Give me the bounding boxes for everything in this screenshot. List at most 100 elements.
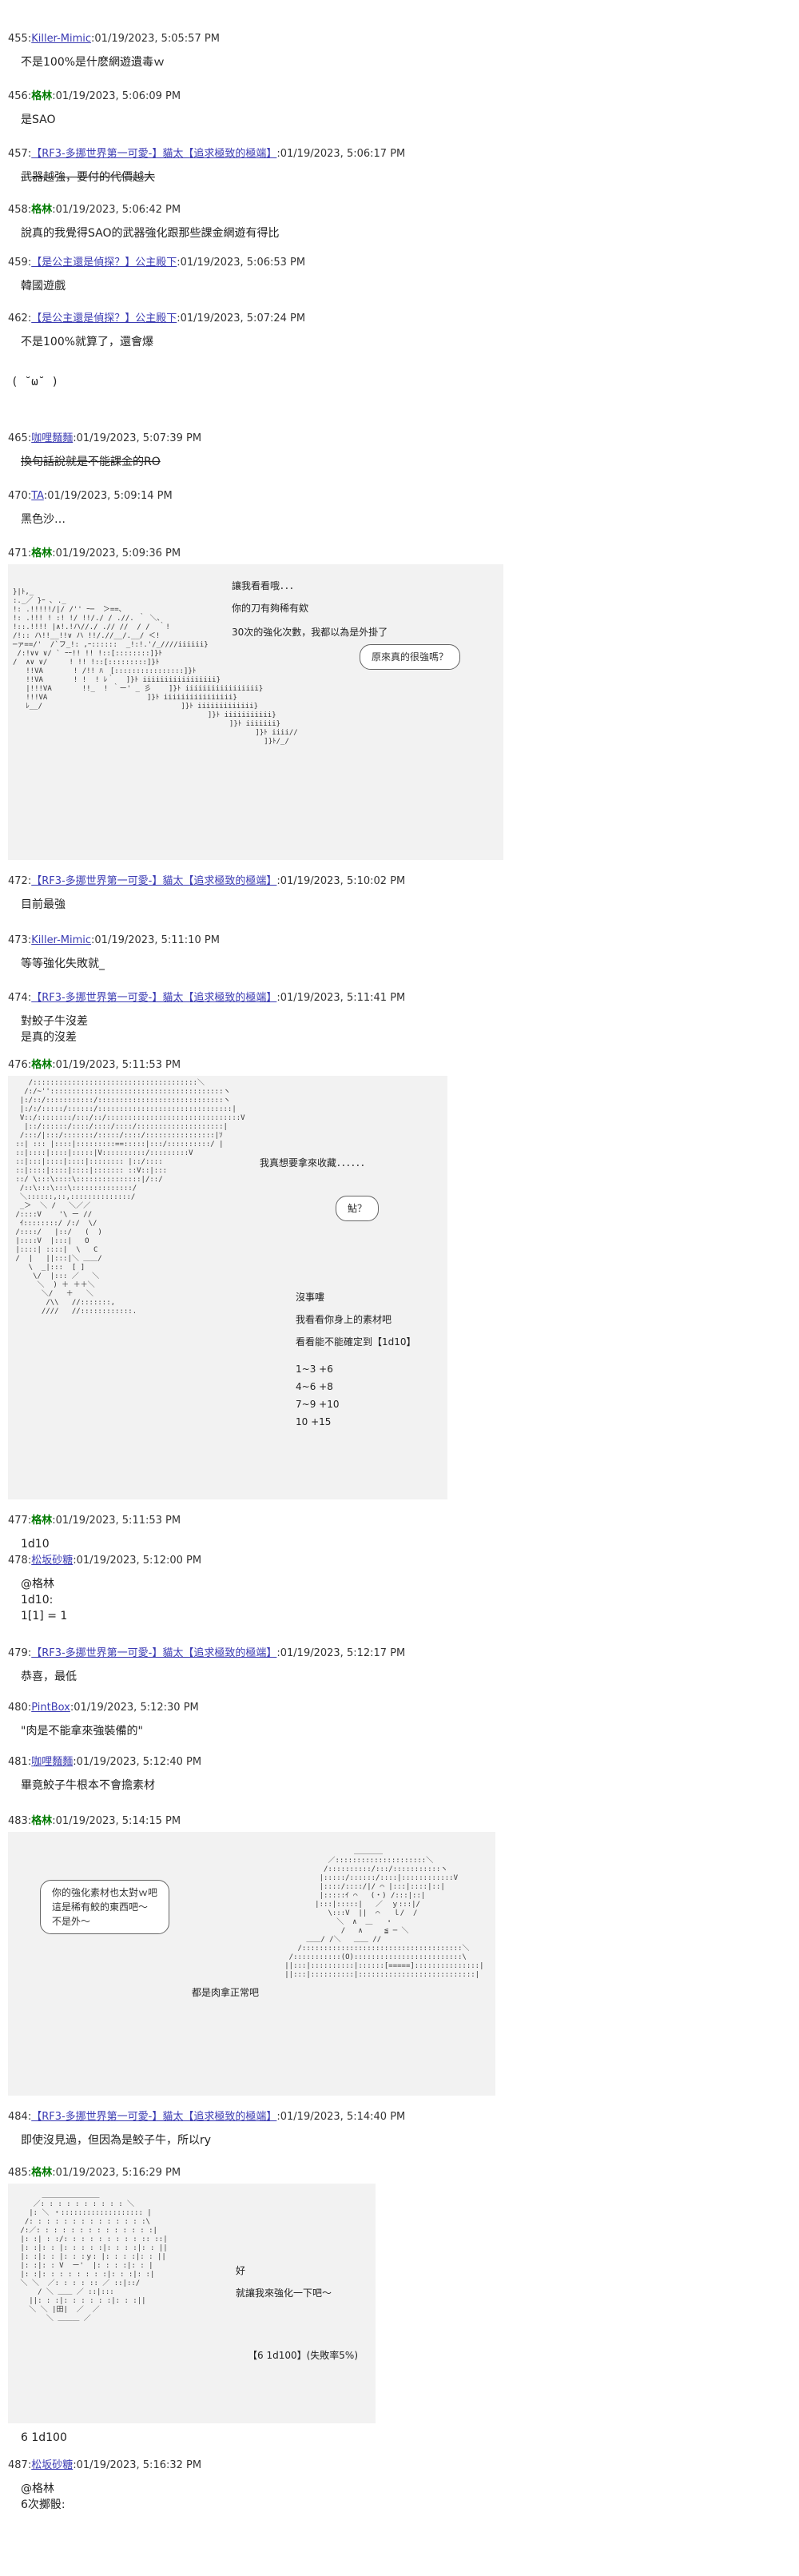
post-header: 483:格林:01/19/2023, 5:14:15 PM	[8, 1814, 791, 1829]
post-header: 477:格林:01/19/2023, 5:11:53 PM	[8, 1514, 791, 1528]
post-number: 478:	[8, 1555, 32, 1567]
aa-line-1: 我真想要拿來收藏．．．．．．	[260, 1157, 371, 1169]
roll-table-row: 4~6 +8	[296, 1381, 333, 1392]
poster-name-link[interactable]: 【是公主還是偵探？】公主殿下	[31, 313, 177, 324]
post-line: 黑色沙…	[21, 513, 66, 526]
post-line: 是SAO	[21, 113, 56, 126]
post-body: 對鮫子牛沒差 是真的沒差	[21, 1013, 791, 1045]
post-body: 韓國遊戲	[21, 278, 791, 294]
post-header: 462:【是公主還是偵探？】公主殿下:01/19/2023, 5:07:24 P…	[8, 312, 791, 326]
ascii-art-476: /::::::::::::::::::::::::::::::::::::::＼…	[8, 1076, 447, 1499]
poster-name-link[interactable]: 【RF3-多挪世界第一可愛-】貓太【追求極致的極端】	[31, 1647, 276, 1659]
post-484: 484:【RF3-多挪世界第一可愛-】貓太【追求極致的極端】:01/19/202…	[8, 2110, 791, 2148]
post-number: 474:	[8, 992, 32, 1004]
poster-name-link[interactable]: 格林	[31, 90, 52, 102]
ascii-art-471: }|ﾄ,_ :._／ }ｰ ､ ._ !: .!!!!!/|/ /'' ｰ─ ＞…	[8, 564, 503, 860]
post-line: 武器越強，要付的代價越大	[21, 171, 155, 184]
poster-name-link[interactable]: 格林	[31, 1059, 52, 1071]
post-457: 457:【RF3-多挪世界第一可愛-】貓太【追求極致的極端】:01/19/202…	[8, 147, 791, 185]
post-date: :01/19/2023, 5:09:14 PM	[43, 490, 173, 502]
post-date: :01/19/2023, 5:12:00 PM	[73, 1555, 202, 1567]
post-body: 是SAO	[21, 112, 791, 128]
aa-line-2: 沒事嘍	[296, 1292, 325, 1303]
poster-name-link[interactable]: 格林	[31, 1515, 52, 1527]
post-number: 477:	[8, 1515, 32, 1527]
post-date: :01/19/2023, 5:06:53 PM	[177, 257, 306, 269]
poster-name-link[interactable]: 格林	[31, 2167, 52, 2179]
post-number: 456:	[8, 90, 32, 102]
post-number: 472:	[8, 875, 32, 887]
aa-line-4: 看看能不能確定到【1d10】	[296, 1336, 416, 1348]
post-header: 479:【RF3-多挪世界第一可愛-】貓太【追求極致的極端】:01/19/202…	[8, 1646, 791, 1661]
roll-table-row: 7~9 +10	[296, 1399, 340, 1410]
post-476: 476:格林:01/19/2023, 5:11:53 PM	[8, 1058, 791, 1073]
post-number: 487:	[8, 2459, 32, 2471]
ascii-figure: ＿＿＿＿ ／:::::::::::::::::::::＼ /::::::::::…	[284, 1848, 484, 1979]
post-date: :01/19/2023, 5:10:02 PM	[276, 875, 406, 887]
poster-name-link[interactable]: 松坂砂糖	[31, 1555, 73, 1567]
post-line: 是真的沒差	[21, 1031, 77, 1044]
post-header: 484:【RF3-多挪世界第一可愛-】貓太【追求極致的極端】:01/19/202…	[8, 2110, 791, 2124]
post-458: 458:格林:01/19/2023, 5:06:42 PM 說真的我覺得SAO的武…	[8, 203, 791, 241]
poster-name-link[interactable]: 【RF3-多挪世界第一可愛-】貓太【追求極致的極端】	[31, 2111, 276, 2123]
poster-name-link[interactable]: 格林	[31, 547, 52, 559]
post-date: :01/19/2023, 5:12:40 PM	[73, 1756, 202, 1768]
post-body: @格林 6次擲骰:	[21, 2481, 791, 2513]
post-body: 畢竟鮫子牛根本不會擔素材	[21, 1778, 791, 1794]
post-456: 456:格林:01/19/2023, 5:06:09 PM 是SAO	[8, 90, 791, 128]
poster-name-link[interactable]: Killer-Mimic	[31, 33, 91, 45]
post-number: 473:	[8, 934, 32, 946]
post-date: :01/19/2023, 5:11:10 PM	[91, 934, 220, 946]
post-number: 465:	[8, 432, 32, 444]
post-478: 478:松坂砂糖:01/19/2023, 5:12:00 PM @格林 1d10: 1…	[8, 1554, 791, 1624]
post-header: 485:格林:01/19/2023, 5:16:29 PM	[8, 2166, 791, 2180]
post-line: 1d10:	[21, 1594, 54, 1607]
post-474: 474:【RF3-多挪世界第一可愛-】貓太【追求極致的極端】:01/19/202…	[8, 991, 791, 1045]
post-line: 不是100%是什麽網遊遺毒ｗ	[21, 56, 165, 69]
speech-bubble: 原來真的很強嗎？	[360, 644, 461, 670]
post-number: 459:	[8, 257, 32, 269]
post-465: 465:咖哩麵麵:01/19/2023, 5:07:39 PM 換句話說就是不能課…	[8, 432, 791, 470]
post-date: :01/19/2023, 5:11:53 PM	[52, 1515, 181, 1527]
ascii-art-485: ＿＿＿＿＿＿＿＿ ／: : : : : : : : : : ＼ |: ＼ ・::…	[8, 2184, 376, 2423]
aa-roll: 【6 1d100】(失敗率5%)	[248, 2350, 359, 2361]
poster-name-link[interactable]: 咖哩麵麵	[31, 432, 73, 444]
poster-name-link[interactable]: 【RF3-多挪世界第一可愛-】貓太【追求極致的極端】	[31, 148, 276, 160]
post-body: 說真的我覺得SAO的武器強化跟那些課金網遊有得比	[21, 225, 791, 241]
post-body: 武器越強，要付的代價越大	[21, 169, 791, 185]
aa-line-1: 好	[236, 2265, 246, 2276]
post-body: 恭喜，最低	[21, 1669, 791, 1685]
ascii-figure: /::::::::::::::::::::::::::::::::::::::＼…	[15, 1079, 245, 1316]
post-body: 1d10	[21, 1536, 791, 1552]
post-number: 457:	[8, 148, 32, 160]
post-header: 480:PintBox:01/19/2023, 5:12:30 PM	[8, 1701, 791, 1715]
post-date: :01/19/2023, 5:11:53 PM	[52, 1059, 181, 1071]
poster-name-link[interactable]: 【RF3-多挪世界第一可愛-】貓太【追求極致的極端】	[31, 875, 276, 887]
post-477: 477:格林:01/19/2023, 5:11:53 PM 1d10	[8, 1514, 791, 1552]
post-line: 等等強化失敗就_	[21, 958, 105, 970]
post-header: 465:咖哩麵麵:01/19/2023, 5:07:39 PM	[8, 432, 791, 446]
poster-name-link[interactable]: 格林	[31, 204, 52, 216]
poster-name-link[interactable]: 【RF3-多挪世界第一可愛-】貓太【追求極致的極端】	[31, 992, 276, 1004]
post-body: 不是100%是什麽網遊遺毒ｗ	[21, 54, 791, 70]
roll-table-row: 10 +15	[296, 1416, 332, 1427]
post-number: 483:	[8, 1815, 32, 1827]
post-header: 481:咖哩麵麵:01/19/2023, 5:12:40 PM	[8, 1755, 791, 1770]
post-date: :01/19/2023, 5:16:29 PM	[52, 2167, 181, 2179]
post-header: 459:【是公主還是偵探？】公主殿下:01/19/2023, 5:06:53 P…	[8, 256, 791, 270]
poster-name-link[interactable]: 【是公主還是偵探？】公主殿下	[31, 257, 177, 269]
post-462: 462:【是公主還是偵探？】公主殿下:01/19/2023, 5:07:24 P…	[8, 312, 791, 350]
poster-name-link[interactable]: TA	[31, 490, 44, 502]
poster-name-link[interactable]: Killer-Mimic	[31, 934, 91, 946]
post-479: 479:【RF3-多挪世界第一可愛-】貓太【追求極致的極端】:01/19/202…	[8, 1646, 791, 1685]
post-number: 476:	[8, 1059, 32, 1071]
post-body: 不是100%就算了，還會爆	[21, 334, 791, 350]
post-header: 470:TA:01/19/2023, 5:09:14 PM	[8, 489, 791, 504]
poster-name-link[interactable]: 松坂砂糖	[31, 2459, 73, 2471]
aa-line-2: 你的刀有夠稀有欸	[232, 603, 309, 614]
poster-name-link[interactable]: 咖哩麵麵	[31, 1756, 73, 1768]
poster-name-link[interactable]: PintBox	[31, 1702, 70, 1714]
poster-name-link[interactable]: 格林	[31, 1815, 52, 1827]
post-459: 459:【是公主還是偵探？】公主殿下:01/19/2023, 5:06:53 P…	[8, 256, 791, 294]
post-header: 473:Killer-Mimic:01/19/2023, 5:11:10 PM	[8, 934, 791, 948]
